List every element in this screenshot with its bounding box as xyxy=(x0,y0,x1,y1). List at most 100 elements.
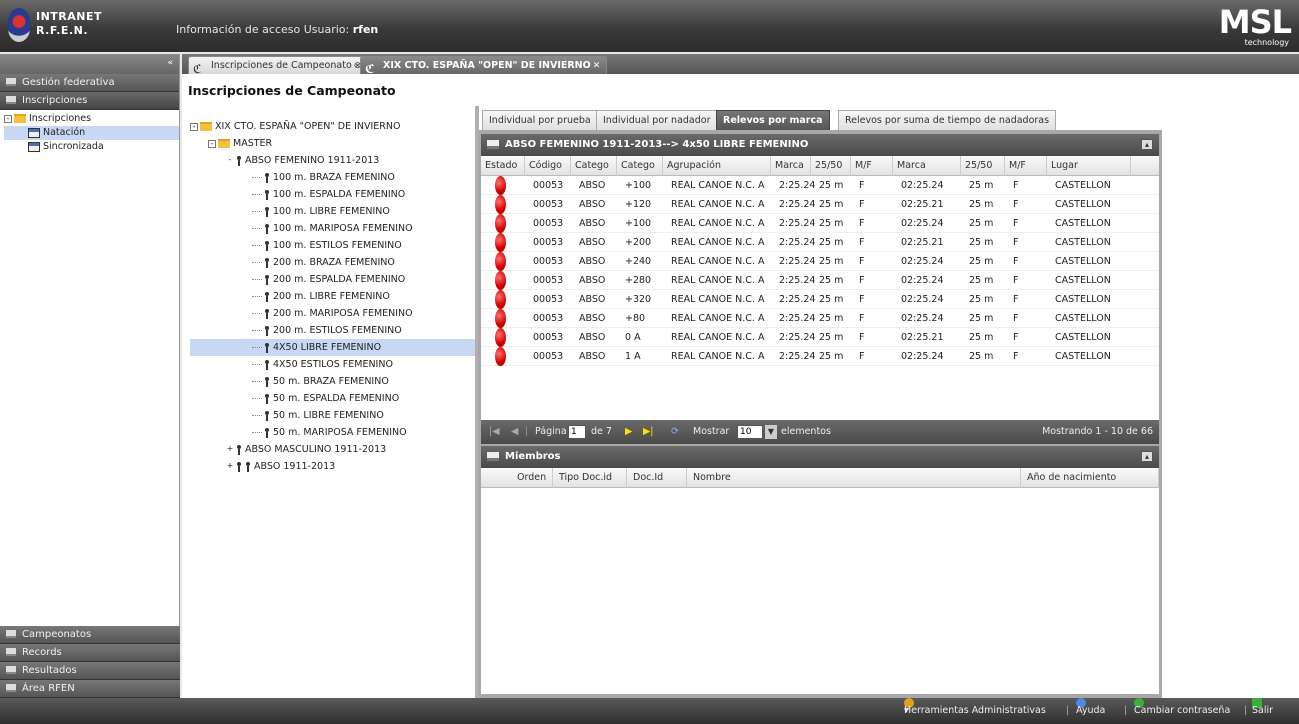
relay-grid-header: ABSO FEMENINO 1911-2013--> 4x50 LIBRE FE… xyxy=(481,134,1159,156)
table-row[interactable]: 00053 ABSO +320 REAL CANOE N.C. A 2:25.24 25 … xyxy=(481,290,1159,309)
table-cell: 25 m xyxy=(819,256,844,267)
table-cell: +320 xyxy=(625,294,652,305)
column-header[interactable]: Nombre xyxy=(687,468,1021,488)
subtab-individual-nadador[interactable]: Individual por nadador xyxy=(596,110,718,130)
table-row[interactable]: 00053 ABSO 0 A REAL CANOE N.C. A 2:25.24 25 m… xyxy=(481,328,1159,347)
sidebar-section-campeonatos[interactable]: Campeonatos xyxy=(0,626,180,644)
tree-item-sincronizada[interactable]: Sincronizada xyxy=(4,140,179,154)
tree-item-natacion[interactable]: Natación xyxy=(4,126,179,140)
tree-item-label: 200 m. ESPALDA FEMENINO xyxy=(273,274,406,285)
column-header[interactable]: Catego xyxy=(617,156,663,176)
tree-item-event[interactable]: 50 m. LIBRE FEMENINO xyxy=(190,407,480,424)
sidebar-section-inscripciones[interactable]: Inscripciones xyxy=(0,92,179,110)
subtab-individual-prueba[interactable]: Individual por prueba xyxy=(482,110,598,130)
table-cell: REAL CANOE N.C. A xyxy=(671,180,765,191)
collapse-toggle-icon[interactable]: - xyxy=(4,114,12,123)
tree-item-category-female[interactable]: - ABSO FEMENINO 1911-2013 xyxy=(190,152,480,169)
page-size-input[interactable]: 10 xyxy=(737,425,763,439)
tree-item-event[interactable]: 100 m. MARIPOSA FEMENINO xyxy=(190,220,480,237)
content-area: Inscripciones de Campeonato - XIX CTO. ES… xyxy=(182,74,1299,698)
sidebar-section-label: Campeonatos xyxy=(22,629,92,640)
tree-item-event[interactable]: 200 m. ESTILOS FEMENINO xyxy=(190,322,480,339)
tools-link[interactable]: Herramientas Administrativas ▾ xyxy=(904,698,1046,724)
table-cell: F xyxy=(1013,275,1019,286)
tree-item-event[interactable]: 100 m. BRAZA FEMENINO xyxy=(190,169,480,186)
column-header[interactable]: Marca xyxy=(893,156,961,176)
tree-root-championship[interactable]: - XIX CTO. ESPAÑA "OPEN" DE INVIERNO xyxy=(190,118,480,135)
table-row[interactable]: 00053 ABSO +280 REAL CANOE N.C. A 2:25.24 25 … xyxy=(481,271,1159,290)
tree-item-event[interactable]: 100 m. LIBRE FEMENINO xyxy=(190,203,480,220)
subtab-relevos-marca[interactable]: Relevos por marca xyxy=(716,110,830,130)
page-input[interactable]: 1 xyxy=(568,425,586,439)
table-row[interactable]: 00053 ABSO +200 REAL CANOE N.C. A 2:25.24 25 … xyxy=(481,233,1159,252)
column-header[interactable]: Doc.Id xyxy=(627,468,687,488)
sidebar-section-area-rfen[interactable]: Área RFEN xyxy=(0,680,180,698)
tree-item-event[interactable]: 50 m. BRAZA FEMENINO xyxy=(190,373,480,390)
column-header[interactable]: Catego xyxy=(571,156,617,176)
tree-item-event[interactable]: 4X50 LIBRE FEMENINO xyxy=(190,339,480,356)
tree-item-event[interactable]: 200 m. BRAZA FEMENINO xyxy=(190,254,480,271)
column-header[interactable]: M/F xyxy=(851,156,893,176)
collapse-panel-icon[interactable]: ▴ xyxy=(1141,451,1153,462)
column-header[interactable]: Agrupación xyxy=(663,156,771,176)
table-row[interactable]: 00053 ABSO +120 REAL CANOE N.C. A 2:25.24 25 … xyxy=(481,195,1159,214)
tree-item-event[interactable]: 50 m. ESPALDA FEMENINO xyxy=(190,390,480,407)
column-header[interactable]: Orden xyxy=(481,468,553,488)
expand-toggle-icon[interactable]: + xyxy=(226,461,234,471)
subtab-relevos-suma[interactable]: Relevos por suma de tiempo de nadadoras xyxy=(838,110,1057,130)
tree-item-category-male[interactable]: + ABSO MASCULINO 1911-2013 xyxy=(190,441,480,458)
tree-item-event[interactable]: 100 m. ESTILOS FEMENINO xyxy=(190,237,480,254)
tree-item-event[interactable]: 100 m. ESPALDA FEMENINO xyxy=(190,186,480,203)
tree-item-event[interactable]: 200 m. LIBRE FEMENINO xyxy=(190,288,480,305)
msl-logo-subtext: technology xyxy=(1244,38,1289,47)
table-row[interactable]: 00053 ABSO +240 REAL CANOE N.C. A 2:25.24 25 … xyxy=(481,252,1159,271)
panel-icon xyxy=(487,140,499,149)
collapse-toggle-icon[interactable]: - xyxy=(190,122,198,131)
tab-xix-cto[interactable]: ℭ XIX CTO. ESPAÑA "OPEN" DE INVIERNO ✕ xyxy=(360,56,608,76)
table-cell: F xyxy=(859,237,865,248)
collapse-icon[interactable]: « xyxy=(167,58,173,68)
first-page-icon[interactable]: |◀ xyxy=(489,420,500,444)
sidebar-section-records[interactable]: Records xyxy=(0,644,180,662)
column-header[interactable]: M/F xyxy=(1005,156,1047,176)
tree-item-master[interactable]: - MASTER xyxy=(190,135,480,152)
tab-inscripciones-campeonato[interactable]: ℭ Inscripciones de Campeonato ⊗ xyxy=(188,56,369,76)
table-row[interactable]: 00053 ABSO +100 REAL CANOE N.C. A 2:25.24 25 … xyxy=(481,214,1159,233)
expand-toggle-icon[interactable]: + xyxy=(226,444,234,454)
collapse-toggle-icon[interactable]: - xyxy=(208,139,216,148)
tree-item-inscripciones[interactable]: - Inscripciones xyxy=(4,112,179,126)
tab-label: XIX CTO. ESPAÑA "OPEN" DE INVIERNO xyxy=(383,60,591,71)
tree-item-event[interactable]: 200 m. MARIPOSA FEMENINO xyxy=(190,305,480,322)
collapse-toggle-icon[interactable]: - xyxy=(226,155,234,165)
table-cell: 1 A xyxy=(625,351,641,362)
brand-line1: INTRANET xyxy=(36,10,103,23)
collapse-panel-icon[interactable]: ▴ xyxy=(1141,139,1153,150)
page-size-dropdown-icon[interactable]: ▼ xyxy=(765,425,777,439)
tree-item-event[interactable]: 50 m. MARIPOSA FEMENINO xyxy=(190,424,480,441)
tree-item-category-mixed[interactable]: + ABSO 1911-2013 xyxy=(190,458,480,475)
prev-page-icon[interactable]: ◀ xyxy=(511,420,518,444)
sidebar-section-gestion[interactable]: Gestión federativa xyxy=(0,74,179,92)
sidebar-section-resultados[interactable]: Resultados xyxy=(0,662,180,680)
column-header[interactable]: 25/50 xyxy=(811,156,851,176)
column-header[interactable]: Estado xyxy=(481,156,525,176)
tree-item-label: XIX CTO. ESPAÑA "OPEN" DE INVIERNO xyxy=(215,121,401,132)
refresh-icon[interactable]: ⟳ xyxy=(671,420,679,444)
column-header[interactable]: Tipo Doc.id xyxy=(553,468,627,488)
last-page-icon[interactable]: ▶| xyxy=(643,420,654,444)
table-row[interactable]: 00053 ABSO +100 REAL CANOE N.C. A 2:25.24 25 … xyxy=(481,176,1159,195)
column-header[interactable]: Lugar xyxy=(1047,156,1131,176)
table-cell: F xyxy=(1013,294,1019,305)
table-cell: ABSO xyxy=(579,237,606,248)
column-header[interactable]: Año de nacimiento xyxy=(1021,468,1159,488)
column-header[interactable]: Código xyxy=(525,156,571,176)
column-header[interactable]: Marca xyxy=(771,156,811,176)
next-page-icon[interactable]: ▶ xyxy=(625,420,632,444)
tree-item-event[interactable]: 4X50 ESTILOS FEMENINO xyxy=(190,356,480,373)
table-row[interactable]: 00053 ABSO 1 A REAL CANOE N.C. A 2:25.24 25 m… xyxy=(481,347,1159,366)
panel-icon xyxy=(6,684,16,692)
column-header[interactable]: 25/50 xyxy=(961,156,1005,176)
table-row[interactable]: 00053 ABSO +80 REAL CANOE N.C. A 2:25.24 25 m… xyxy=(481,309,1159,328)
close-tab-icon[interactable]: ✕ xyxy=(593,61,601,71)
tree-item-event[interactable]: 200 m. ESPALDA FEMENINO xyxy=(190,271,480,288)
